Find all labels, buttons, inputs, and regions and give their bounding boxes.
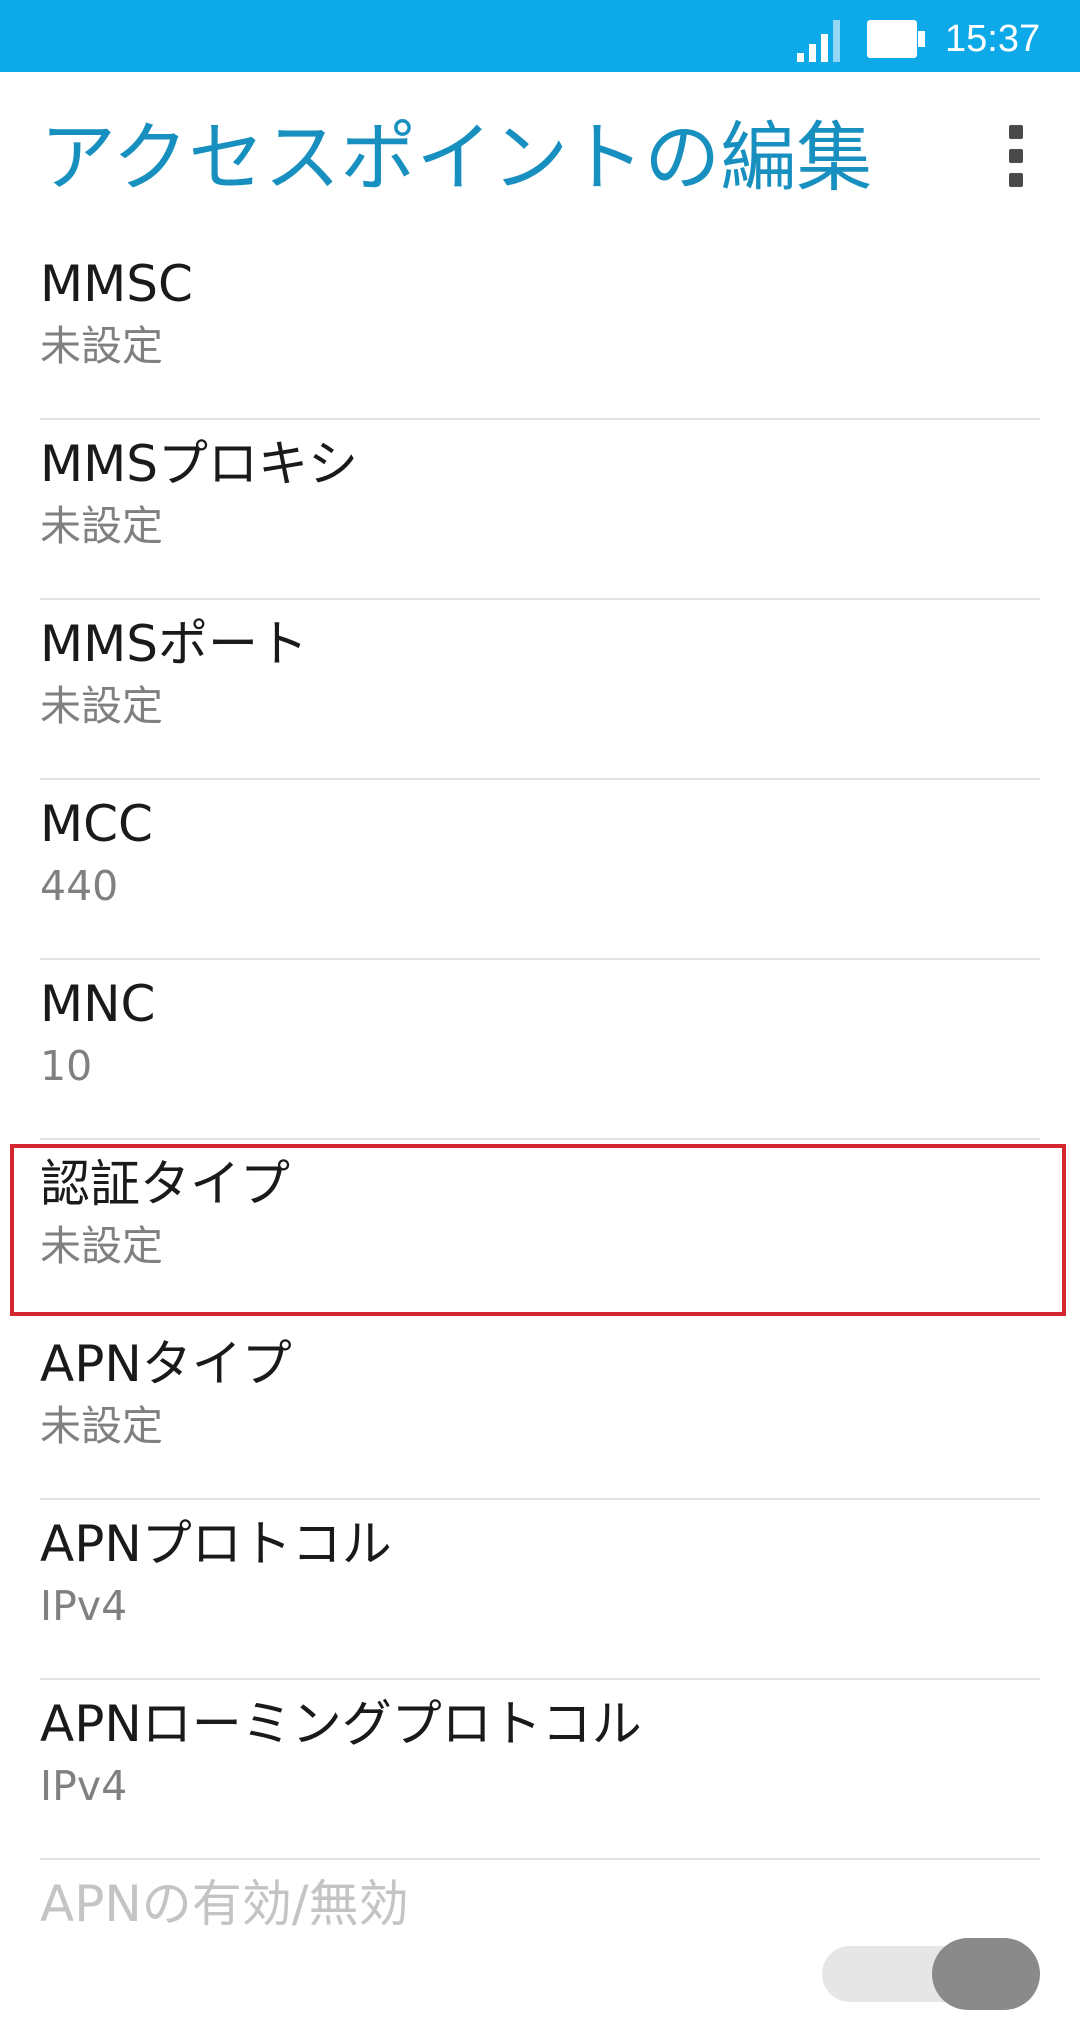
setting-title: MMSポート [40,615,309,673]
more-vert-dot [1009,173,1023,187]
more-vert-dot [1009,125,1023,139]
setting-summary: 未設定 [40,682,163,730]
setting-title: APNローミングプロトコル [40,1695,642,1753]
setting-title: MMSプロキシ [40,435,359,493]
setting-mmsc[interactable]: MMSC 未設定 [0,240,1080,420]
more-vert-icon[interactable] [984,116,1048,196]
setting-title: APNプロトコル [40,1515,392,1573]
setting-apn-type[interactable]: APNタイプ 未設定 [0,1320,1080,1500]
status-clock: 15:37 [945,18,1041,60]
setting-title: 認証タイプ [40,1155,290,1213]
toggle-thumb [932,1938,1040,2010]
setting-title: MCC [40,795,153,853]
apn-enable-toggle[interactable] [822,1938,1040,2010]
setting-summary: IPv4 [40,1762,128,1810]
setting-mcc[interactable]: MCC 440 [0,780,1080,960]
setting-apn-enable[interactable]: APNの有効/無効 [0,1860,1080,2040]
setting-title: MMSC [40,255,193,313]
more-vert-dot [1009,149,1023,163]
setting-mnc[interactable]: MNC 10 [0,960,1080,1140]
setting-title: APNの有効/無効 [40,1875,409,1933]
setting-summary: 440 [40,862,119,910]
setting-summary: 未設定 [40,502,163,550]
setting-apn-roaming-protocol[interactable]: APNローミングプロトコル IPv4 [0,1680,1080,1860]
battery-icon [867,20,925,58]
setting-apn-protocol[interactable]: APNプロトコル IPv4 [0,1500,1080,1680]
setting-summary: 未設定 [40,1402,163,1450]
setting-title: APNタイプ [40,1335,292,1393]
settings-list: MMSC 未設定 MMSプロキシ 未設定 MMSポート 未設定 MCC 440 … [0,240,1080,2040]
page-title: アクセスポイントの編集 [40,113,873,202]
status-bar: 15:37 [0,0,1080,72]
setting-summary: IPv4 [40,1582,128,1630]
setting-mms-proxy[interactable]: MMSプロキシ 未設定 [0,420,1080,600]
setting-summary: 10 [40,1042,93,1090]
setting-summary: 未設定 [40,1222,163,1270]
setting-summary: 未設定 [40,322,163,370]
setting-title: MNC [40,975,156,1033]
signal-icon [797,20,840,62]
setting-auth-type[interactable]: 認証タイプ 未設定 [0,1140,1080,1320]
title-bar: アクセスポイントの編集 [0,72,1080,240]
setting-mms-port[interactable]: MMSポート 未設定 [0,600,1080,780]
